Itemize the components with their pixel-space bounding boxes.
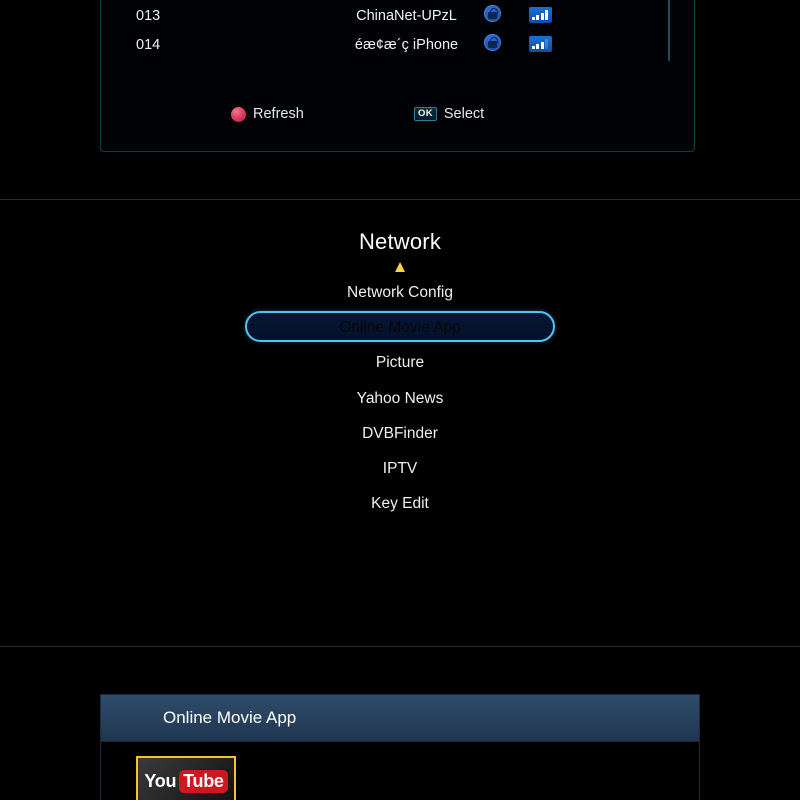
select-button[interactable]: OK Select xyxy=(414,106,484,122)
wifi-row-ssid: éæ¢æ´ç iPhone xyxy=(354,36,459,53)
menu-item-label: Key Edit xyxy=(371,495,429,513)
menu-item-online-movie-app[interactable]: Online Movie App xyxy=(0,310,800,345)
lock-icon xyxy=(484,34,501,55)
youtube-logo-you: You xyxy=(144,771,177,791)
menu-item-label: IPTV xyxy=(382,460,418,478)
panel-title: Online Movie App xyxy=(163,708,297,727)
online-movie-app-body: You Tube xyxy=(101,743,699,800)
wifi-list-scrollbar[interactable] xyxy=(668,0,670,61)
red-circle-icon xyxy=(231,106,246,122)
youtube-logo-tube: Tube xyxy=(179,769,228,793)
section-divider-bottom xyxy=(0,646,800,647)
menu-item-iptv[interactable]: IPTV xyxy=(0,451,800,486)
chevron-up-icon[interactable]: ▲ xyxy=(0,258,800,275)
network-menu-section: Network ▲ Network Config Online Movie Ap… xyxy=(0,200,800,799)
lock-icon xyxy=(484,5,501,26)
menu-item-picture[interactable]: Picture xyxy=(0,346,800,381)
page-title: Network xyxy=(358,229,442,254)
menu-item-label: Yahoo News xyxy=(356,389,444,407)
wifi-network-list-panel: 011 ASUS Connect 012 dzjhr 013 ChinaN xyxy=(100,0,695,152)
menu-item-label: Online Movie App xyxy=(339,318,461,336)
menu-item-network-config[interactable]: Network Config xyxy=(0,275,800,310)
select-label: Select xyxy=(443,106,485,122)
network-menu-list: Network Config Online Movie App Picture … xyxy=(0,275,800,522)
signal-strength-icon xyxy=(529,6,552,25)
menu-item-yahoo-news[interactable]: Yahoo News xyxy=(0,381,800,416)
menu-item-key-edit[interactable]: Key Edit xyxy=(0,487,800,522)
signal-strength-icon xyxy=(529,35,552,54)
online-movie-app-header: Online Movie App xyxy=(101,695,699,742)
menu-item-dvbfinder[interactable]: DVBFinder xyxy=(0,416,800,451)
wifi-list: 011 ASUS Connect 012 dzjhr 013 ChinaN xyxy=(101,0,694,59)
menu-item-label: DVBFinder xyxy=(362,424,438,442)
online-movie-app-panel: Online Movie App You Tube xyxy=(100,694,700,800)
refresh-button[interactable]: Refresh xyxy=(231,106,304,122)
wifi-list-row[interactable]: 014 éæ¢æ´ç iPhone xyxy=(101,30,694,59)
ok-key-badge: OK xyxy=(414,107,437,121)
tv-settings-screen: 011 ASUS Connect 012 dzjhr 013 ChinaN xyxy=(0,0,800,800)
youtube-tile[interactable]: You Tube xyxy=(136,756,236,800)
wifi-list-row[interactable]: 013 ChinaNet-UPzL xyxy=(101,1,694,30)
menu-item-label: Picture xyxy=(375,354,425,372)
youtube-logo: You Tube xyxy=(144,769,228,793)
wifi-row-ssid: ChinaNet-UPzL xyxy=(356,7,457,24)
refresh-label: Refresh xyxy=(253,106,304,122)
wifi-panel-footer: Refresh OK Select xyxy=(101,99,694,129)
menu-item-label: Network Config xyxy=(347,283,453,301)
